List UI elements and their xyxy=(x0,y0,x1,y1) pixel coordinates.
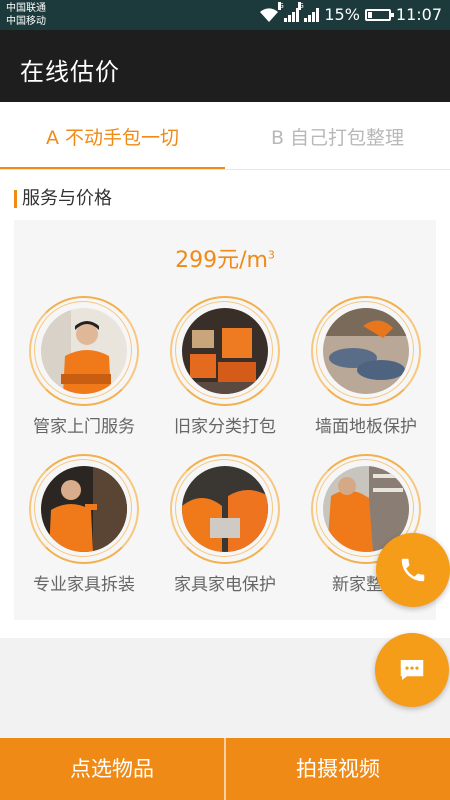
network-type-2: G xyxy=(298,1,304,10)
service-label: 管家上门服务 xyxy=(33,417,135,437)
service-item[interactable]: 家具家电保护 xyxy=(155,454,295,595)
price-label: 299元/m3 xyxy=(14,242,436,274)
floor-protection-photo-icon xyxy=(323,308,409,394)
chat-bubble-icon xyxy=(400,660,424,680)
tab-full-service[interactable]: A 不动手包一切 xyxy=(0,102,225,170)
service-item[interactable]: 墙面地板保护 xyxy=(296,296,436,437)
bottom-action-bar: 点选物品 拍摄视频 xyxy=(0,738,450,800)
app-header: 在线估价 xyxy=(0,30,450,102)
status-indicators: G G 15% 11:07 xyxy=(259,1,442,24)
select-items-button[interactable]: 点选物品 xyxy=(0,738,224,800)
page-title: 在线估价 xyxy=(20,58,120,86)
butler-photo-icon xyxy=(41,308,127,394)
carrier-1: 中国联通 xyxy=(6,3,46,14)
service-label: 旧家分类打包 xyxy=(174,417,276,437)
battery-icon xyxy=(364,8,394,21)
carrier-info: 中国联通 中国移动 xyxy=(6,2,46,28)
wifi-icon xyxy=(260,7,279,22)
clock: 11:07 xyxy=(395,5,442,24)
record-video-button[interactable]: 拍摄视频 xyxy=(226,738,450,800)
price-unit: 元/m xyxy=(217,248,268,273)
service-item[interactable]: 旧家分类打包 xyxy=(155,296,295,437)
service-item[interactable]: 专业家具拆装 xyxy=(14,454,154,595)
service-label: 墙面地板保护 xyxy=(315,417,417,437)
network-type-1: G xyxy=(278,1,284,10)
service-item[interactable]: 管家上门服务 xyxy=(14,296,154,437)
services-panel: 299元/m3 管家上门服务 旧家分类打包 墙面地板保护 专业家具拆装 家具家电… xyxy=(14,220,436,620)
service-label: 专业家具拆装 xyxy=(33,575,135,595)
service-label: 家具家电保护 xyxy=(174,575,276,595)
phone-icon xyxy=(401,558,425,582)
appliance-protection-photo-icon xyxy=(182,466,268,552)
price-unit-sup: 3 xyxy=(267,248,275,262)
signal-icon: G xyxy=(278,1,300,22)
carrier-2: 中国移动 xyxy=(6,16,46,27)
tab-self-packing[interactable]: B 自己打包整理 xyxy=(225,102,450,170)
call-button[interactable] xyxy=(376,533,450,607)
tab-bar: A 不动手包一切 B 自己打包整理 xyxy=(0,102,450,170)
signal-icon: G xyxy=(298,1,320,22)
section-title: 服务与价格 xyxy=(14,188,112,210)
chat-button[interactable] xyxy=(375,633,449,707)
price-amount: 299 xyxy=(175,248,218,273)
status-bar: 中国联通 中国移动 G G 15% 11:07 xyxy=(0,0,450,30)
packing-photo-icon xyxy=(182,308,268,394)
furniture-assembly-photo-icon xyxy=(41,466,127,552)
battery-percent: 15% xyxy=(324,5,360,24)
